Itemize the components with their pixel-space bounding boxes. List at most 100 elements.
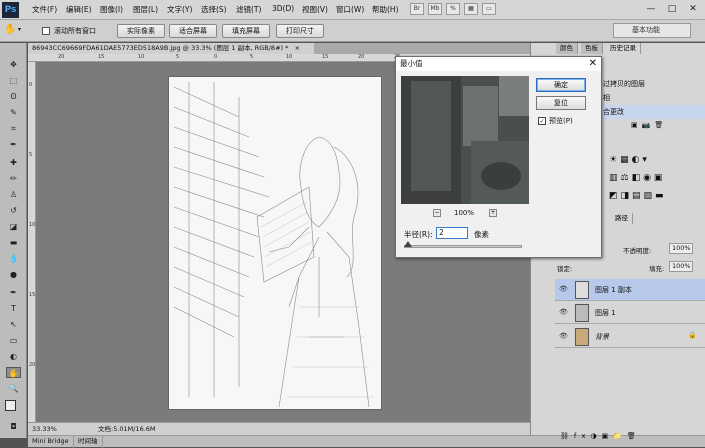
ruler-tick: 20 [358, 54, 365, 60]
healing-brush-tool-icon[interactable]: ✚ [6, 157, 21, 168]
ruler-tick: 0 [214, 54, 218, 60]
history-item[interactable]: 相 [601, 91, 705, 105]
tab-history[interactable]: 历史记录 [606, 43, 641, 54]
menu-select[interactable]: 选择(S) [201, 4, 227, 15]
tool-preset-chevron-icon[interactable]: ▾ [18, 26, 21, 33]
opacity-field[interactable]: 100% [669, 243, 693, 254]
fit-screen-button[interactable]: 适合屏幕 [169, 24, 217, 38]
preview-checkbox[interactable]: ✓ [538, 117, 546, 125]
hand-tool-active-icon[interactable]: ✋ [6, 367, 21, 378]
marquee-tool-icon[interactable]: ⬚ [6, 75, 21, 86]
blur-tool-icon[interactable]: 💧 [6, 253, 21, 264]
zoom-in-button[interactable]: + [489, 209, 497, 217]
menu-edit[interactable]: 编辑(E) [66, 4, 92, 15]
zoom-level-icon[interactable]: % [446, 3, 460, 15]
menu-image[interactable]: 图像(I) [100, 4, 123, 15]
bridge-icon[interactable]: Br [410, 3, 424, 15]
tab-paths[interactable]: 路径 [611, 213, 633, 224]
dialog-close-icon[interactable]: ✕ [589, 57, 597, 71]
tab-timeline[interactable]: 时间轴 [74, 436, 103, 448]
vertical-ruler: 0 5 10 15 20 [28, 62, 36, 422]
reset-button[interactable]: 复位 [536, 96, 586, 110]
lock-label: 锁定: [557, 265, 573, 273]
history-item[interactable]: 过拷贝的图层 [601, 77, 705, 91]
clone-stamp-tool-icon[interactable]: ♙ [6, 189, 21, 200]
zoom-out-button[interactable]: − [433, 209, 441, 217]
visibility-eye-icon[interactable]: 👁 [559, 308, 568, 316]
menu-3d[interactable]: 3D(D) [272, 4, 294, 13]
arrange-docs-icon[interactable]: ▦ [464, 3, 478, 15]
fill-field[interactable]: 100% [669, 261, 693, 272]
shape-tool-icon[interactable]: ▭ [6, 335, 21, 346]
crop-tool-icon[interactable]: ⌗ [6, 123, 21, 134]
zoom-readout[interactable]: 33.33% [32, 423, 57, 435]
ruler-tick: 20 [29, 362, 36, 368]
scroll-all-checkbox[interactable] [42, 27, 50, 35]
eraser-tool-icon[interactable]: ◪ [6, 221, 21, 232]
actual-pixels-button[interactable]: 实际像素 [117, 24, 165, 38]
minimize-button[interactable]: — [642, 2, 660, 16]
history-brush-tool-icon[interactable]: ↺ [6, 205, 21, 216]
document-size-info: 文档:5.01M/16.6M [98, 425, 156, 433]
radius-input[interactable]: 2 [436, 227, 468, 239]
radius-slider-track[interactable] [404, 245, 522, 248]
document-tab-title: 86943CC69669FDA61DAE5773ED518A9B.jpg @ 3… [32, 44, 289, 52]
workspace-switcher[interactable]: 基本功能 [613, 23, 691, 38]
maximize-button[interactable]: □ [663, 2, 681, 16]
document-canvas-sketch-image[interactable] [168, 76, 382, 410]
ok-button[interactable]: 确定 [536, 78, 586, 92]
fill-screen-button[interactable]: 填充屏幕 [222, 24, 270, 38]
preview-label: 预览(P) [549, 117, 573, 125]
menu-type[interactable]: 文字(Y) [167, 4, 192, 15]
adjustments-icons-row2[interactable]: ▥⚖◧◉▣ [609, 173, 665, 183]
menu-window[interactable]: 窗口(W) [336, 4, 364, 15]
ruler-tick: 10 [138, 54, 145, 60]
adjustments-icons-row3[interactable]: ◩◨▤▨▬ [609, 191, 667, 201]
foreground-color-swatch[interactable] [5, 400, 16, 411]
path-select-tool-icon[interactable]: ↖ [6, 319, 21, 330]
ruler-tick: 5 [250, 54, 254, 60]
layer-row-selected[interactable]: 👁 图层 1 副本 [555, 279, 705, 301]
eyedropper-tool-icon[interactable]: ✒ [6, 139, 21, 150]
menu-filter[interactable]: 滤镜(T) [236, 4, 261, 15]
layer-thumbnail [575, 281, 589, 299]
zoom-tool-icon[interactable]: 🔍 [6, 383, 21, 394]
brush-tool-icon[interactable]: ✏ [6, 173, 21, 184]
radius-label: 半径(R): [404, 230, 433, 239]
3d-rotate-tool-icon[interactable]: ◐ [6, 351, 21, 362]
menu-file[interactable]: 文件(F) [32, 4, 57, 15]
quick-select-tool-icon[interactable]: ✎ [6, 107, 21, 118]
visibility-eye-icon[interactable]: 👁 [559, 332, 568, 340]
tab-mini-bridge[interactable]: Mini Bridge [28, 436, 74, 448]
layer-row-background[interactable]: 👁 背景 🔒 [555, 326, 705, 348]
layer-row[interactable]: 👁 图层 1 [555, 302, 705, 324]
history-actions-icons[interactable]: ▣📷🗑 [631, 121, 667, 129]
visibility-eye-icon[interactable]: 👁 [559, 285, 568, 293]
gradient-tool-icon[interactable]: ▬ [6, 237, 21, 248]
type-tool-icon[interactable]: T [6, 303, 21, 314]
minibridge-icon[interactable]: Mb [428, 3, 442, 15]
menu-view[interactable]: 视图(V) [302, 4, 328, 15]
history-item-current[interactable]: 合更改 [601, 105, 705, 119]
menu-help[interactable]: 帮助(H) [372, 4, 399, 15]
dodge-tool-icon[interactable]: ● [6, 269, 21, 280]
ruler-tick: 5 [176, 54, 180, 60]
close-window-button[interactable]: ✕ [684, 2, 702, 16]
document-tab[interactable]: 86943CC69669FDA61DAE5773ED518A9B.jpg @ 3… [28, 43, 314, 54]
filter-preview[interactable] [401, 76, 529, 204]
print-size-button[interactable]: 打印尺寸 [276, 24, 324, 38]
tab-color[interactable]: 颜色 [556, 43, 578, 54]
pen-tool-icon[interactable]: ✒ [6, 287, 21, 298]
document-close-icon[interactable]: × [294, 44, 299, 52]
adjustments-icons[interactable]: ☀▦◐▾ [609, 155, 650, 165]
quick-mask-icon[interactable]: ◘ [6, 421, 21, 432]
menu-layer[interactable]: 图层(L) [133, 4, 158, 15]
tab-swatches[interactable]: 色板 [581, 43, 603, 54]
hand-tool-icon[interactable]: ✋ [4, 24, 16, 35]
lasso-tool-icon[interactable]: ʘ [6, 91, 21, 102]
ruler-tick: 10 [29, 222, 36, 228]
screen-mode-icon[interactable]: ▭ [482, 3, 496, 15]
move-tool-icon[interactable]: ✥ [6, 59, 21, 70]
layer-actions-icons[interactable]: ⛓fx◑▣📁🗑 [560, 432, 641, 440]
radius-slider-thumb[interactable] [404, 241, 412, 247]
